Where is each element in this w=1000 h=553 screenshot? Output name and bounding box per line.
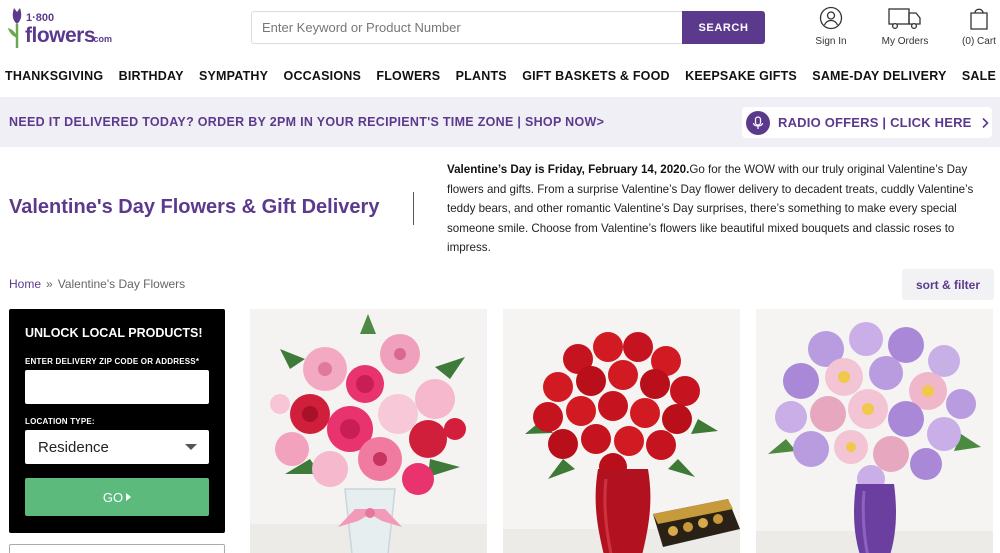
go-button[interactable]: GO — [25, 478, 209, 516]
nav-item-same-day-delivery[interactable]: SAME-DAY DELIVERY — [812, 69, 946, 83]
search-bar: SEARCH — [251, 11, 765, 44]
user-icon — [819, 6, 843, 30]
main-nav: THANKSGIVING BIRTHDAY SYMPATHY OCCASIONS… — [0, 56, 1000, 96]
intro-text: Go for the WOW with our truly original V… — [447, 163, 974, 254]
zip-code-input[interactable] — [25, 370, 209, 404]
microphone-icon — [746, 110, 770, 135]
play-arrow-icon — [126, 493, 132, 501]
truck-icon — [888, 8, 921, 30]
intro-date: Valentine’s Day is Friday, February 14, … — [447, 163, 690, 176]
sort-filter-button[interactable]: sort & filter — [902, 269, 994, 300]
product-card-lavender-bouquet[interactable] — [756, 309, 993, 553]
sign-in-label: Sign In — [815, 36, 847, 47]
nav-item-thanksgiving[interactable]: THANKSGIVING — [5, 69, 103, 83]
svg-text:.com: .com — [91, 34, 112, 44]
cart-label: (0) Cart — [962, 36, 996, 47]
product-card-red-roses[interactable] — [503, 309, 740, 553]
sign-in-link[interactable]: Sign In — [808, 6, 854, 47]
chevron-right-icon — [981, 117, 989, 128]
nav-item-birthday[interactable]: BIRTHDAY — [119, 69, 184, 83]
unlock-local-panel: UNLOCK LOCAL PRODUCTS! ENTER DELIVERY ZI… — [9, 309, 225, 533]
cart-link[interactable]: (0) Cart — [958, 6, 1000, 47]
nav-item-occasions[interactable]: OCCASIONS — [284, 69, 362, 83]
shopping-bag-icon — [970, 8, 988, 30]
unlock-local-title: UNLOCK LOCAL PRODUCTS! — [25, 326, 203, 340]
radio-offers-button[interactable]: RADIO OFFERS | CLICK HERE — [742, 107, 992, 138]
caret-down-icon — [185, 444, 197, 450]
go-label: GO — [102, 489, 124, 505]
breadcrumb-separator: » — [46, 277, 53, 291]
radio-offers-label: RADIO OFFERS | CLICK HERE — [778, 115, 972, 130]
site-header: 1·800 flowers .com SEARCH Sign In My Ord… — [0, 0, 1000, 56]
search-button[interactable]: SEARCH — [682, 11, 765, 44]
svg-text:1·800: 1·800 — [26, 12, 54, 24]
location-type-select[interactable]: Residence — [25, 430, 209, 464]
search-input[interactable] — [251, 11, 682, 44]
secondary-panel-edge — [9, 544, 225, 553]
location-type-label: LOCATION TYPE: — [25, 417, 95, 426]
page-title: Valentine's Day Flowers & Gift Delivery — [9, 196, 380, 218]
location-type-value: Residence — [38, 439, 109, 456]
zip-field-label: ENTER DELIVERY ZIP CODE OR ADDRESS* — [25, 357, 200, 366]
svg-text:flowers: flowers — [25, 24, 95, 47]
nav-item-sympathy[interactable]: SYMPATHY — [199, 69, 268, 83]
my-orders-label: My Orders — [881, 36, 929, 47]
nav-item-sale[interactable]: SALE — [962, 69, 996, 83]
product-image-pink-bouquet — [250, 309, 487, 553]
breadcrumb-home-link[interactable]: Home — [9, 277, 41, 291]
nav-item-flowers[interactable]: FLOWERS — [376, 69, 440, 83]
breadcrumb: Home » Valentine's Day Flowers — [9, 277, 185, 291]
nav-item-plants[interactable]: PLANTS — [456, 69, 507, 83]
brand-logo[interactable]: 1·800 flowers .com — [6, 2, 116, 52]
my-orders-link[interactable]: My Orders — [874, 6, 936, 47]
product-image-lavender-bouquet — [756, 309, 993, 553]
nav-item-gift-baskets[interactable]: GIFT BASKETS & FOOD — [522, 69, 670, 83]
product-card-pink-bouquet[interactable] — [250, 309, 487, 553]
breadcrumb-current: Valentine's Day Flowers — [57, 277, 186, 291]
intro-paragraph: Valentine’s Day is Friday, February 14, … — [447, 160, 987, 258]
nav-item-keepsake-gifts[interactable]: KEEPSAKE GIFTS — [685, 69, 797, 83]
same-day-promo-link[interactable]: NEED IT DELIVERED TODAY? ORDER BY 2PM IN… — [9, 115, 604, 129]
product-image-red-roses — [503, 309, 740, 553]
title-divider — [413, 192, 414, 225]
